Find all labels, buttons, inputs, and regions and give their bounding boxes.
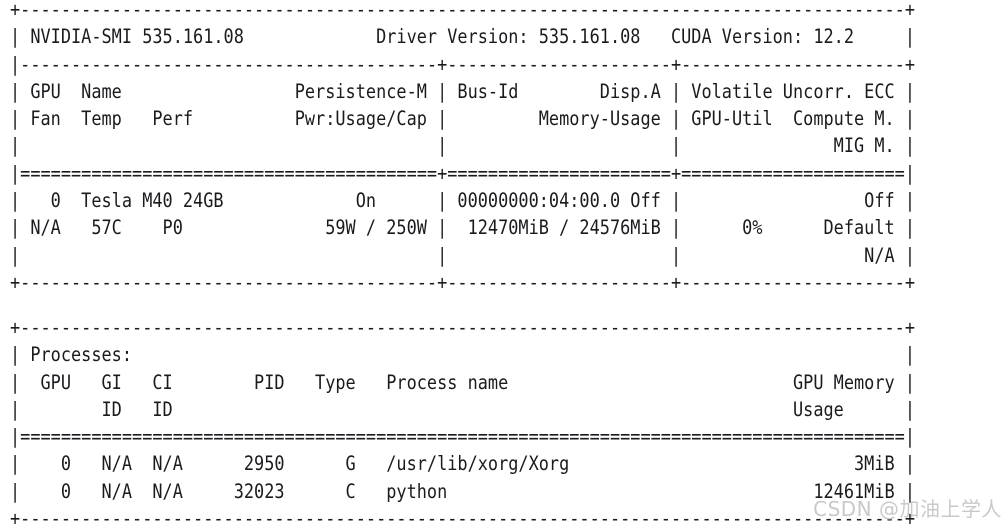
- ascii-line: | 0 Tesla M40 24GB On | 00000000:04:00.0…: [10, 189, 916, 213]
- ascii-line: | ID ID Usage |: [10, 397, 916, 421]
- ascii-line: | 0 N/A N/A 32023 C python 12461MiB |: [10, 479, 916, 503]
- ascii-line: | | | MIG M. |: [10, 134, 916, 158]
- terminal-output-area: +---------------------------------------…: [0, 0, 1008, 530]
- ascii-line: | GPU GI CI PID Type Process name GPU Me…: [10, 370, 916, 394]
- ascii-line: +---------------------------------------…: [10, 316, 916, 339]
- ascii-line: | 0 N/A N/A 2950 G /usr/lib/xorg/Xorg 3M…: [10, 452, 916, 476]
- ascii-line: | Processes: |: [10, 343, 916, 367]
- gpu-processes-table: +---------------------------------------…: [10, 314, 915, 532]
- ascii-line: |=======================================…: [10, 425, 916, 449]
- ascii-line: |=======================================…: [10, 161, 916, 185]
- ascii-line: +---------------------------------------…: [10, 0, 916, 21]
- ascii-line: | GPU Name Persistence-M | Bus-Id Disp.A…: [10, 79, 916, 103]
- ascii-line: +---------------------------------------…: [10, 270, 916, 294]
- gpu-status-table: +---------------------------------------…: [10, 0, 915, 296]
- ascii-line: | Fan Temp Perf Pwr:Usage/Cap | Memory-U…: [10, 107, 916, 131]
- ascii-line: +---------------------------------------…: [10, 507, 916, 531]
- ascii-line: |---------------------------------------…: [10, 52, 916, 76]
- ascii-line: | N/A 57C P0 59W / 250W | 12470MiB / 245…: [10, 216, 916, 240]
- ascii-line: | | | N/A |: [10, 243, 916, 267]
- ascii-line: | NVIDIA-SMI 535.161.08 Driver Version: …: [10, 25, 916, 49]
